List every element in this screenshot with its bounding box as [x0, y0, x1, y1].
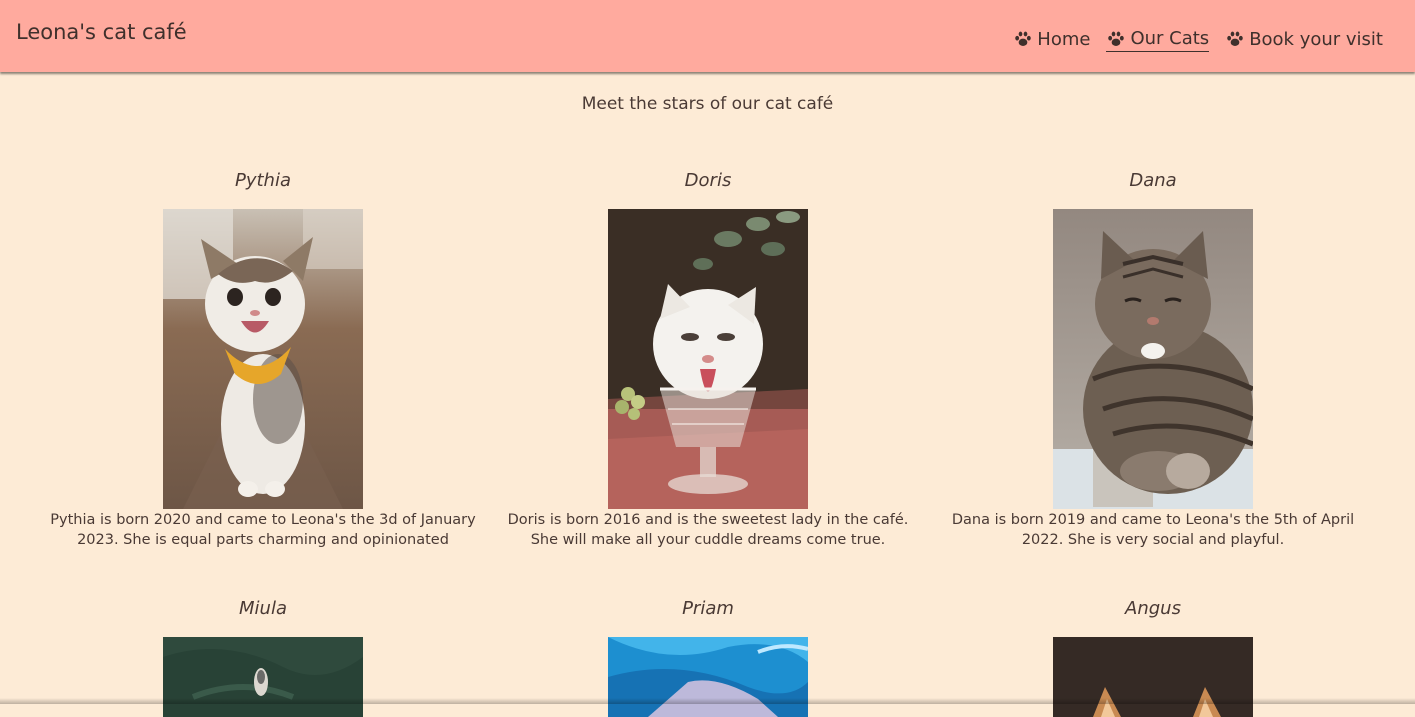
- cat-card-dana: Dana Dana is born 2019 and came to Leona…: [938, 167, 1368, 550]
- bottom-shadow: [0, 698, 1415, 704]
- cat-photo-priam: [608, 637, 808, 717]
- cat-name: Dana: [1129, 170, 1177, 191]
- cat-photo-pythia: [163, 209, 363, 509]
- cat-card-doris: Doris Doris is born 2016 and is the swee…: [493, 167, 923, 550]
- cat-photo-doris: [608, 209, 808, 509]
- cat-photo-angus: [1053, 637, 1253, 717]
- cat-description: Doris is born 2016 and is the sweetest l…: [507, 512, 909, 548]
- nav-book-visit-label: Book your visit: [1249, 28, 1383, 50]
- brand-title[interactable]: Leona's cat café: [16, 16, 187, 48]
- paw-icon: [1227, 31, 1243, 46]
- nav-our-cats-label: Our Cats: [1130, 28, 1210, 49]
- cat-name: Priam: [682, 598, 734, 619]
- nav-home-link[interactable]: Home: [1013, 29, 1090, 52]
- cat-photo-dana: [1053, 209, 1253, 509]
- top-navbar: Leona's cat café Home Our Cats Book your…: [0, 0, 1415, 72]
- nav-our-cats-link[interactable]: Our Cats: [1106, 28, 1210, 52]
- cat-grid: Pythia Pythia is born 2020 and came to L…: [0, 0, 1415, 717]
- paw-icon: [1108, 31, 1125, 46]
- cat-photo-miula: [163, 637, 363, 717]
- cat-description: Dana is born 2019 and came to Leona's th…: [951, 512, 1355, 548]
- cat-name: Pythia: [234, 170, 291, 191]
- cat-description: Pythia is born 2020 and came to Leona's …: [50, 512, 476, 548]
- cat-name: Doris: [684, 170, 732, 191]
- main-nav: Home Our Cats Book your visit: [1013, 28, 1383, 52]
- cat-name: Miula: [239, 598, 287, 619]
- paw-icon: [1015, 31, 1032, 46]
- nav-book-visit-link[interactable]: Book your visit: [1225, 29, 1383, 52]
- cat-name: Angus: [1125, 598, 1181, 619]
- nav-home-label: Home: [1037, 28, 1091, 50]
- cat-card-pythia: Pythia Pythia is born 2020 and came to L…: [48, 167, 478, 550]
